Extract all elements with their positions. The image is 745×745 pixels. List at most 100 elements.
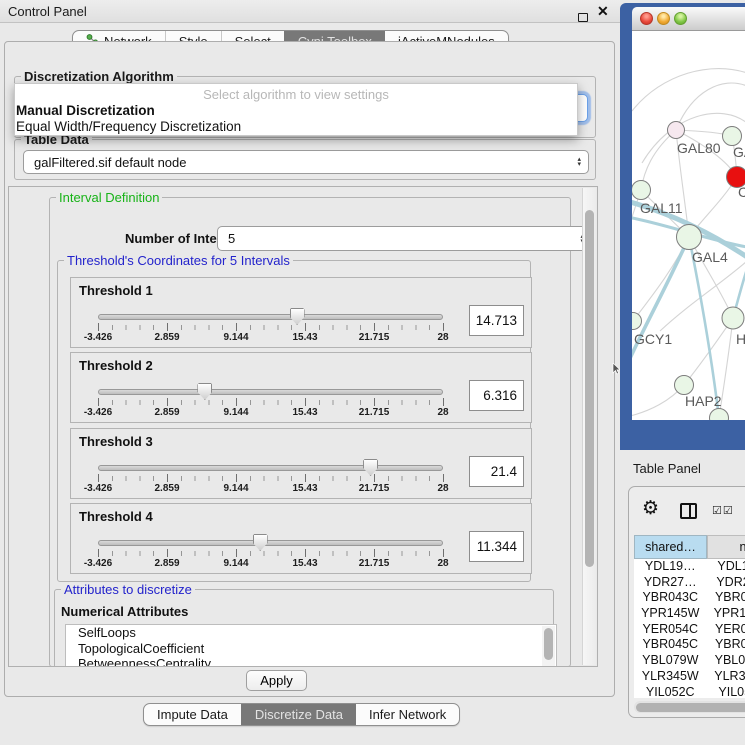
checkboxes-icon[interactable]: ☑☑ <box>712 504 734 517</box>
tab-label: Infer Network <box>369 707 446 722</box>
float-window-icon[interactable] <box>578 13 588 22</box>
close-traffic-light-icon[interactable] <box>640 12 653 25</box>
svg-text:GAL11: GAL11 <box>640 200 683 216</box>
table-row[interactable]: YBL079WYBL079W <box>634 653 745 669</box>
tab-infer-network[interactable]: Infer Network <box>356 704 459 725</box>
node-gcy1 <box>632 313 642 330</box>
dropdown-hint: Select algorithm to view settings <box>15 87 577 102</box>
table-data-group: Table Data galFiltered.sif default node … <box>14 139 596 180</box>
group-label: Attributes to discretize <box>61 582 195 597</box>
table-row[interactable]: YLR345WYLR345W <box>634 669 745 685</box>
dropdown-option-manual[interactable]: Manual Discretization <box>16 103 155 118</box>
table-panel-card: ⚙ ☑☑ shared… n YDL19…YDL19… YDR27…YDR27…… <box>628 486 745 718</box>
threshold-value-field[interactable]: 11.344 <box>469 531 524 562</box>
list-item[interactable]: TopologicalCoefficient <box>66 641 556 657</box>
combobox-value: 5 <box>218 231 580 246</box>
threshold-label: Threshold 2 <box>79 358 153 373</box>
network-window-titlebar[interactable] <box>632 7 745 31</box>
tab-impute-data[interactable]: Impute Data <box>144 704 241 725</box>
network-canvas[interactable]: GAL80 GA C GAL11 GAL4 GCY1 H HAP2 <box>632 31 745 420</box>
table-row[interactable]: YDL19…YDL19… <box>634 559 745 575</box>
table-row[interactable]: YBR045CYBR045C <box>634 637 745 653</box>
threshold-slider-handle[interactable] <box>290 308 305 325</box>
table-rows: YDL19…YDL19… YDR27…YDR27… YBR043CYBR043C… <box>634 559 745 698</box>
list-item[interactable]: SelfLoops <box>66 625 556 641</box>
cyni-bottom-tabs: Impute Data Discretize Data Infer Networ… <box>143 703 460 726</box>
node-h <box>722 307 744 329</box>
node-gal4 <box>677 225 702 250</box>
close-icon[interactable]: ✕ <box>597 3 609 20</box>
node-bottom <box>710 409 729 421</box>
table-panel-title: Table Panel <box>633 461 701 476</box>
svg-text:GAL80: GAL80 <box>677 140 721 156</box>
group-label: Discretization Algorithm <box>21 69 177 84</box>
settings-vertical-scrollbar[interactable] <box>582 188 596 665</box>
svg-text:GAL4: GAL4 <box>692 249 728 265</box>
threshold-slider-track[interactable] <box>98 314 443 320</box>
node-hap2 <box>675 376 694 395</box>
threshold-4-panel: Threshold 4 -3.426 2.859 9.144 15.43 21.… <box>70 503 532 574</box>
threshold-slider-handle[interactable] <box>197 383 212 400</box>
node-gal80 <box>668 122 685 139</box>
panel-title: Control Panel <box>8 4 87 19</box>
tab-label: Discretize Data <box>255 707 343 722</box>
table-row[interactable]: YER054CYER054C <box>634 622 745 638</box>
threshold-3-panel: Threshold 3 -3.426 2.859 9.144 15.43 21.… <box>70 428 532 499</box>
stepper-arrows-icon: ▴▾ <box>577 157 581 167</box>
column-header-shared-name[interactable]: shared… <box>634 535 707 559</box>
column-header-name[interactable]: n <box>707 535 745 559</box>
table-row[interactable]: YIL052CYIL052C <box>634 685 745 699</box>
group-label: Threshold's Coordinates for 5 Intervals <box>64 253 293 268</box>
threshold-slider-handle[interactable] <box>253 534 268 551</box>
dropdown-option-equal-width[interactable]: Equal Width/Frequency Discretization <box>16 119 241 134</box>
control-panel-titlebar: Control Panel ✕ <box>0 0 620 23</box>
table-row[interactable]: YBR043CYBR043C <box>634 590 745 606</box>
table-horizontal-scrollbar[interactable] <box>634 701 745 713</box>
slider-minor-ticks <box>98 400 444 405</box>
node-ga <box>723 127 742 146</box>
threshold-value-field[interactable]: 21.4 <box>469 456 524 487</box>
threshold-slider-track[interactable] <box>98 540 443 546</box>
table-data-combobox[interactable]: galFiltered.sif default node ▴▾ <box>23 150 589 174</box>
svg-text:HAP2: HAP2 <box>685 393 722 409</box>
list-scrollbar[interactable] <box>542 626 555 667</box>
tab-discretize-data[interactable]: Discretize Data <box>241 704 356 725</box>
algorithm-dropdown-popup: Select algorithm to view settings Manual… <box>14 83 578 136</box>
table-row[interactable]: YDR27…YDR27… <box>634 575 745 591</box>
threshold-label: Threshold 4 <box>79 509 153 524</box>
settings-scroll-viewport: Interval Definition Number of Intervals … <box>8 186 598 667</box>
attributes-group: Attributes to discretize Numerical Attri… <box>54 589 554 667</box>
columns-icon[interactable] <box>680 503 697 519</box>
threshold-label: Threshold 3 <box>79 434 153 449</box>
combobox-value: galFiltered.sif default node <box>24 155 577 170</box>
svg-text:GCY1: GCY1 <box>634 331 672 347</box>
threshold-1-panel: Threshold 1 -3.426 2.859 9.144 15.43 21.… <box>70 277 532 348</box>
tab-label: Impute Data <box>157 707 228 722</box>
gear-icon[interactable]: ⚙ <box>642 497 659 519</box>
svg-text:GA: GA <box>733 144 745 160</box>
threshold-label: Threshold 1 <box>79 283 153 298</box>
threshold-slider-track[interactable] <box>98 389 443 395</box>
zoom-traffic-light-icon[interactable] <box>674 12 687 25</box>
slider-minor-ticks <box>98 551 444 556</box>
threshold-value-field[interactable]: 6.316 <box>469 380 524 411</box>
threshold-2-panel: Threshold 2 -3.426 2.859 9.144 15.43 21.… <box>70 352 532 423</box>
numerical-attributes-list: SelfLoops TopologicalCoefficient Between… <box>65 624 557 667</box>
slider-minor-ticks <box>98 325 444 330</box>
table-row[interactable]: YPR145WYPR145W <box>634 606 745 622</box>
numerical-attributes-label: Numerical Attributes <box>61 604 188 619</box>
interval-definition-group: Interval Definition Number of Intervals … <box>49 197 571 667</box>
threshold-value-field[interactable]: 14.713 <box>469 305 524 336</box>
node-gal11 <box>632 181 651 200</box>
slider-minor-ticks <box>98 476 444 481</box>
number-of-intervals-combobox[interactable]: 5 ▴▾ <box>217 226 592 251</box>
svg-text:H: H <box>736 331 745 347</box>
threshold-slider-track[interactable] <box>98 465 443 471</box>
minimize-traffic-light-icon[interactable] <box>657 12 670 25</box>
thresholds-group: Threshold's Coordinates for 5 Intervals … <box>57 260 531 582</box>
svg-text:C: C <box>738 184 745 200</box>
group-label: Interval Definition <box>56 190 162 205</box>
list-item[interactable]: BetweennessCentrality <box>66 656 556 667</box>
threshold-slider-handle[interactable] <box>363 459 378 476</box>
apply-button[interactable]: Apply <box>246 670 307 691</box>
